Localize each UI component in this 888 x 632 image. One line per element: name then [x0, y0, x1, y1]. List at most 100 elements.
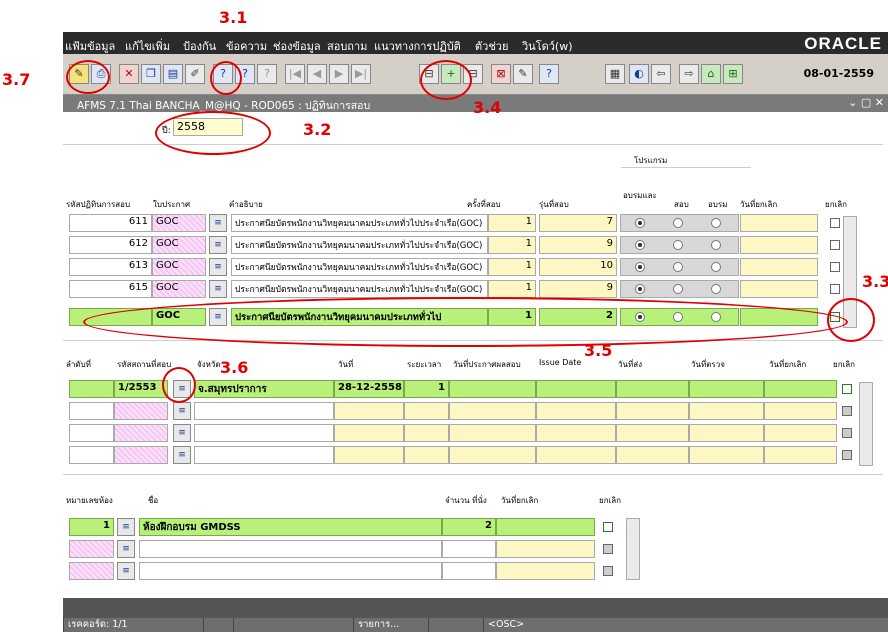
check-date-field[interactable]	[689, 380, 764, 398]
list-icon[interactable]: ≡	[209, 258, 227, 276]
cancel-checkbox[interactable]	[603, 566, 613, 576]
province-field[interactable]: จ.สมุทรปราการ	[194, 380, 334, 398]
issue-date-field[interactable]	[536, 446, 616, 464]
duration-field[interactable]	[404, 402, 449, 420]
location-code-field[interactable]: 1/2553	[114, 380, 168, 398]
left-arrow-icon[interactable]: ⇦	[651, 64, 671, 84]
menu-help[interactable]: ตัวช่วย	[475, 37, 508, 55]
grid2-scrollbar[interactable]	[859, 382, 873, 466]
cancel-checkbox[interactable]	[830, 262, 840, 272]
menu-field[interactable]: ช่องข้อมูล	[273, 37, 321, 55]
cancel-date-field[interactable]	[740, 236, 818, 254]
list-icon[interactable]: ≡	[117, 540, 135, 558]
location-code-field[interactable]	[114, 424, 168, 442]
window-controls-icon[interactable]: ⌄ ▢ ✕	[848, 96, 884, 109]
cancel-date-field[interactable]	[764, 402, 837, 420]
notice-field[interactable]: GOC	[152, 280, 206, 298]
batch-field[interactable]: 10	[539, 258, 617, 276]
list-icon[interactable]: ≡	[173, 446, 191, 464]
right-arrow-icon[interactable]: ⇨	[679, 64, 699, 84]
list-icon[interactable]: ≡	[117, 562, 135, 580]
cancel-date-field[interactable]	[740, 214, 818, 232]
notice-field[interactable]: GOC	[152, 258, 206, 276]
list-icon[interactable]: ≡	[117, 518, 135, 536]
description-field[interactable]: ประกาศนียบัตรพนักงานวิทยุคมนาคมประเภททั่…	[231, 236, 488, 254]
cancel-date-field[interactable]	[496, 540, 595, 558]
cancel-date-field[interactable]	[740, 280, 818, 298]
seq-field[interactable]	[69, 402, 114, 420]
list-values-icon[interactable]: ✎	[513, 64, 533, 84]
room-name-field[interactable]	[139, 562, 442, 580]
cancel-date-field[interactable]	[764, 380, 837, 398]
cancel-checkbox[interactable]	[603, 544, 613, 554]
description-field[interactable]: ประกาศนียบัตรพนักงานวิทยุคมนาคมประเภททั่…	[231, 280, 488, 298]
description-field[interactable]: ประกาศนียบัตรพนักงานวิทยุคมนาคมประเภททั่…	[231, 258, 488, 276]
menu-query[interactable]: สอบถาม	[327, 37, 367, 55]
batch-field[interactable]: 9	[539, 236, 617, 254]
announce-date-field[interactable]	[449, 446, 536, 464]
cancel-checkbox[interactable]	[830, 284, 840, 294]
cancel-date-field[interactable]	[496, 562, 595, 580]
home-icon[interactable]: ⌂	[701, 64, 721, 84]
menu-guideline[interactable]: แนวทางการปฏิบัติ	[374, 37, 461, 55]
date-field[interactable]: 28-12-2558	[334, 380, 404, 398]
cancel-query-icon[interactable]: ?	[257, 64, 277, 84]
notice-field[interactable]: GOC	[152, 214, 206, 232]
menu-protect[interactable]: ป้องกัน	[183, 37, 216, 55]
radio-train[interactable]	[711, 262, 721, 272]
last-record-icon[interactable]: ▶|	[351, 64, 371, 84]
cancel-checkbox[interactable]	[830, 240, 840, 250]
announce-date-field[interactable]	[449, 424, 536, 442]
duration-field[interactable]	[404, 424, 449, 442]
keyboard-icon[interactable]: ▦	[605, 64, 625, 84]
back-icon[interactable]: ◐	[629, 64, 649, 84]
list-icon[interactable]: ≡	[173, 402, 191, 420]
cancel-date-field[interactable]	[764, 446, 837, 464]
room-number-field[interactable]: 1	[69, 518, 114, 536]
issue-date-field[interactable]	[536, 402, 616, 420]
duration-field[interactable]: 1	[404, 380, 449, 398]
radio-train-exam[interactable]	[635, 240, 645, 250]
radio-exam[interactable]	[673, 284, 683, 294]
sent-date-field[interactable]	[616, 424, 689, 442]
radio-train[interactable]	[711, 240, 721, 250]
exit-icon[interactable]: ⊠	[491, 64, 511, 84]
duration-field[interactable]	[404, 446, 449, 464]
list-icon[interactable]: ≡	[209, 236, 227, 254]
seats-field[interactable]	[442, 540, 496, 558]
exit-app-icon[interactable]: ⊞	[723, 64, 743, 84]
check-date-field[interactable]	[689, 402, 764, 420]
issue-date-field[interactable]	[536, 380, 616, 398]
times-field[interactable]: 1	[488, 236, 536, 254]
radio-train-exam[interactable]	[635, 262, 645, 272]
cancel-date-field[interactable]	[496, 518, 595, 536]
room-number-field[interactable]	[69, 540, 114, 558]
seq-field[interactable]	[69, 446, 114, 464]
radio-train[interactable]	[711, 218, 721, 228]
code-field[interactable]: 611	[69, 214, 152, 232]
clear-icon[interactable]: ✕	[119, 64, 139, 84]
times-field[interactable]: 1	[488, 258, 536, 276]
province-field[interactable]	[194, 446, 334, 464]
next-record-icon[interactable]: ▶	[329, 64, 349, 84]
sent-date-field[interactable]	[616, 402, 689, 420]
prev-record-icon[interactable]: ◀	[307, 64, 327, 84]
announce-date-field[interactable]	[449, 380, 536, 398]
seats-field[interactable]: 2	[442, 518, 496, 536]
seats-field[interactable]	[442, 562, 496, 580]
code-field[interactable]: 615	[69, 280, 152, 298]
first-record-icon[interactable]: |◀	[285, 64, 305, 84]
date-field[interactable]	[334, 424, 404, 442]
cancel-date-field[interactable]	[764, 424, 837, 442]
cancel-checkbox[interactable]	[603, 522, 613, 532]
cancel-checkbox[interactable]	[830, 218, 840, 228]
cancel-date-field[interactable]	[740, 258, 818, 276]
code-field[interactable]: 613	[69, 258, 152, 276]
menu-edit[interactable]: แก้ไขเพิ่ม	[125, 37, 170, 55]
check-date-field[interactable]	[689, 446, 764, 464]
description-field[interactable]: ประกาศนียบัตรพนักงานวิทยุคมนาคมประเภททั่…	[231, 214, 488, 232]
issue-date-field[interactable]	[536, 424, 616, 442]
room-name-field[interactable]: ห้องฝึกอบรม GMDSS	[139, 518, 442, 536]
seq-field[interactable]	[69, 380, 114, 398]
edit-icon[interactable]: ✐	[185, 64, 205, 84]
